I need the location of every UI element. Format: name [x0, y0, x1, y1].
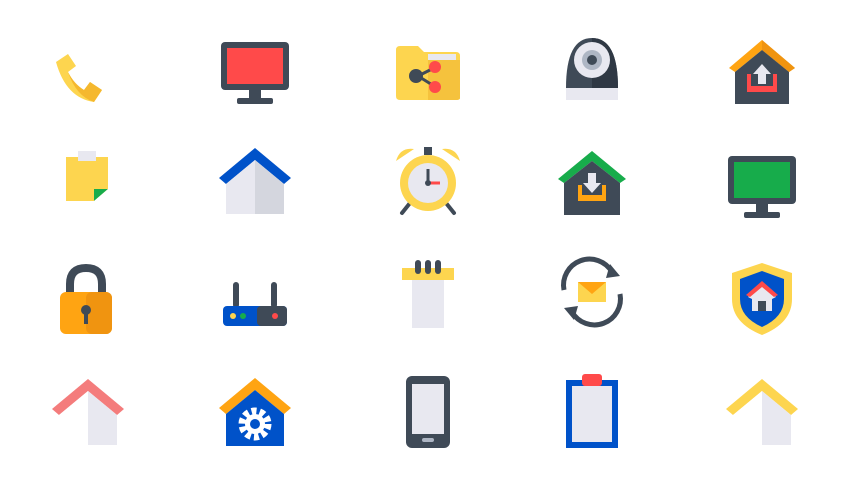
sticky-note-icon[interactable] [33, 127, 143, 227]
house-red-roof-icon[interactable] [33, 361, 143, 461]
icon-grid [0, 0, 853, 480]
folder-share-icon[interactable] [373, 23, 483, 123]
notepad-icon[interactable] [373, 244, 483, 344]
house-blue-roof-icon[interactable] [200, 130, 310, 230]
house-upload-icon[interactable] [707, 21, 817, 121]
monitor-green-icon[interactable] [707, 137, 817, 237]
security-camera-icon[interactable] [537, 18, 647, 118]
house-download-icon[interactable] [537, 132, 647, 232]
router-icon[interactable] [200, 255, 310, 355]
clipboard-icon[interactable] [537, 361, 647, 461]
padlock-icon[interactable] [31, 250, 141, 350]
mail-sync-icon[interactable] [537, 242, 647, 342]
monitor-red-icon[interactable] [200, 23, 310, 123]
smartphone-icon[interactable] [373, 362, 483, 462]
home-shield-icon[interactable] [707, 249, 817, 349]
house-settings-icon[interactable] [200, 361, 310, 461]
house-yellow-roof-icon[interactable] [707, 361, 817, 461]
alarm-clock-icon[interactable] [373, 130, 483, 230]
phone-icon[interactable] [21, 30, 131, 130]
